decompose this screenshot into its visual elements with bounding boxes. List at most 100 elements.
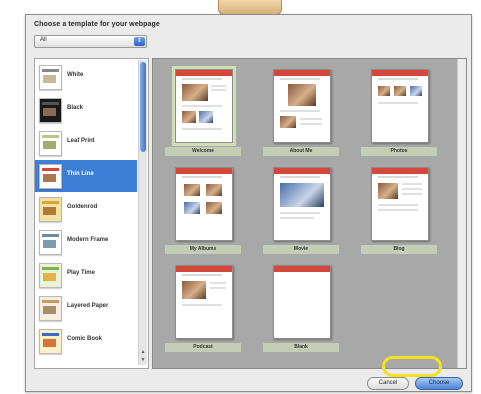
theme-thumbnail-icon — [39, 296, 62, 321]
template-photo — [410, 86, 422, 96]
template-header-band — [176, 168, 232, 174]
theme-label: Goldenrod — [67, 204, 98, 210]
choose-button[interactable]: Choose — [415, 377, 463, 390]
template-subheader — [182, 78, 222, 80]
template-text-line — [378, 204, 418, 206]
theme-list[interactable]: White Black Leaf Print Thin Line Goldenr… — [34, 58, 149, 369]
template-preview — [273, 265, 331, 339]
theme-label: Modern Frame — [67, 237, 109, 243]
template-text-line — [280, 110, 320, 112]
template-text-line — [402, 183, 422, 185]
theme-list-scrollbar[interactable]: ▲ ▼ — [138, 60, 147, 365]
template-text-line — [211, 89, 226, 91]
template-text-line — [300, 118, 322, 120]
template-item[interactable]: My Albums — [165, 167, 241, 254]
template-item-selected[interactable]: Welcome — [165, 69, 241, 156]
scroll-up-arrow-icon[interactable]: ▲ — [139, 348, 147, 356]
template-photo — [206, 184, 222, 196]
template-preview — [371, 69, 429, 143]
template-subheader — [280, 176, 320, 178]
template-photo — [184, 184, 200, 196]
template-grid-area: Welcome About Me Photos My Albums Movie … — [153, 59, 458, 368]
template-text-line — [280, 212, 320, 214]
window-corner-decoration — [218, 0, 282, 15]
theme-list-item[interactable]: Play Time — [35, 259, 137, 291]
template-chooser-dialog: Choose a template for your webpage All ⇕… — [25, 14, 472, 392]
theme-list-item[interactable]: White — [35, 61, 137, 93]
template-header-band — [274, 70, 330, 76]
template-subheader — [378, 176, 418, 178]
theme-list-item[interactable]: Black — [35, 94, 137, 126]
template-label: Photos — [361, 147, 437, 156]
theme-thumbnail-icon — [39, 131, 62, 156]
template-grid: Welcome About Me Photos My Albums Movie … — [152, 58, 467, 369]
template-item[interactable]: Podcast — [165, 265, 241, 352]
template-photo — [199, 111, 213, 123]
template-text-line — [402, 188, 422, 190]
template-text-line — [182, 105, 222, 107]
cancel-button[interactable]: Cancel — [367, 377, 409, 390]
theme-list-item[interactable]: Goldenrod — [35, 193, 137, 225]
template-preview — [371, 167, 429, 241]
template-header-band — [176, 266, 232, 272]
theme-label: Thin Line — [67, 171, 94, 177]
choose-button-highlight-ring — [382, 356, 442, 377]
theme-thumbnail-icon — [39, 230, 62, 255]
category-select-value: All — [40, 37, 47, 43]
theme-thumbnail-icon — [39, 98, 62, 123]
dialog-prompt: Choose a template for your webpage — [34, 21, 160, 28]
template-label: Welcome — [165, 147, 241, 156]
theme-thumbnail-icon — [39, 197, 62, 222]
template-text-line — [378, 102, 418, 104]
template-photo — [378, 86, 390, 96]
scroll-thumb[interactable] — [140, 62, 146, 152]
template-text-line — [211, 85, 226, 87]
template-preview — [273, 167, 331, 241]
template-preview — [175, 167, 233, 241]
template-preview — [273, 69, 331, 143]
template-header-band — [274, 168, 330, 174]
template-text-line — [210, 282, 226, 284]
theme-thumbnail-icon — [39, 164, 62, 189]
template-movie-frame — [280, 183, 324, 207]
theme-thumbnail-icon — [39, 263, 62, 288]
template-subheader — [182, 176, 222, 178]
theme-label: Comic Book — [67, 336, 103, 342]
theme-list-item[interactable]: Leaf Print — [35, 127, 137, 159]
template-photo — [288, 84, 316, 106]
theme-list-item[interactable]: Modern Frame — [35, 226, 137, 258]
template-header-band — [274, 266, 330, 272]
template-grid-scrollbar[interactable] — [457, 59, 466, 368]
theme-label: Black — [67, 105, 84, 111]
template-photo — [182, 281, 206, 299]
template-item[interactable]: Photos — [361, 69, 437, 156]
template-text-line — [300, 123, 322, 125]
template-subheader — [280, 78, 320, 80]
theme-list-item-selected[interactable]: Thin Line — [35, 160, 137, 192]
template-text-line — [182, 128, 222, 130]
theme-label: Play Time — [67, 270, 95, 276]
category-select[interactable]: All ⇕ — [34, 35, 147, 48]
template-label: Blank — [263, 343, 339, 352]
template-photo — [182, 111, 196, 123]
template-subheader — [182, 274, 222, 276]
template-text-line — [280, 217, 314, 219]
template-item[interactable]: Blog — [361, 167, 437, 254]
template-text-line — [210, 287, 226, 289]
template-label: My Albums — [165, 245, 241, 254]
template-header-band — [372, 70, 428, 76]
template-label: About Me — [263, 147, 339, 156]
scroll-down-arrow-icon[interactable]: ▼ — [139, 356, 147, 364]
template-item[interactable]: About Me — [263, 69, 339, 156]
template-item[interactable]: Movie — [263, 167, 339, 254]
theme-list-item[interactable]: Layered Paper — [35, 292, 137, 324]
chevron-updown-icon: ⇕ — [134, 37, 145, 46]
theme-label: Layered Paper — [67, 303, 109, 309]
theme-label: White — [67, 72, 84, 78]
template-text-line — [182, 304, 222, 306]
template-item[interactable]: Blank — [263, 265, 339, 352]
theme-thumbnail-icon — [39, 65, 62, 90]
theme-label: Leaf Print — [67, 138, 95, 144]
template-header-band — [372, 168, 428, 174]
theme-list-item[interactable]: Comic Book — [35, 325, 137, 357]
